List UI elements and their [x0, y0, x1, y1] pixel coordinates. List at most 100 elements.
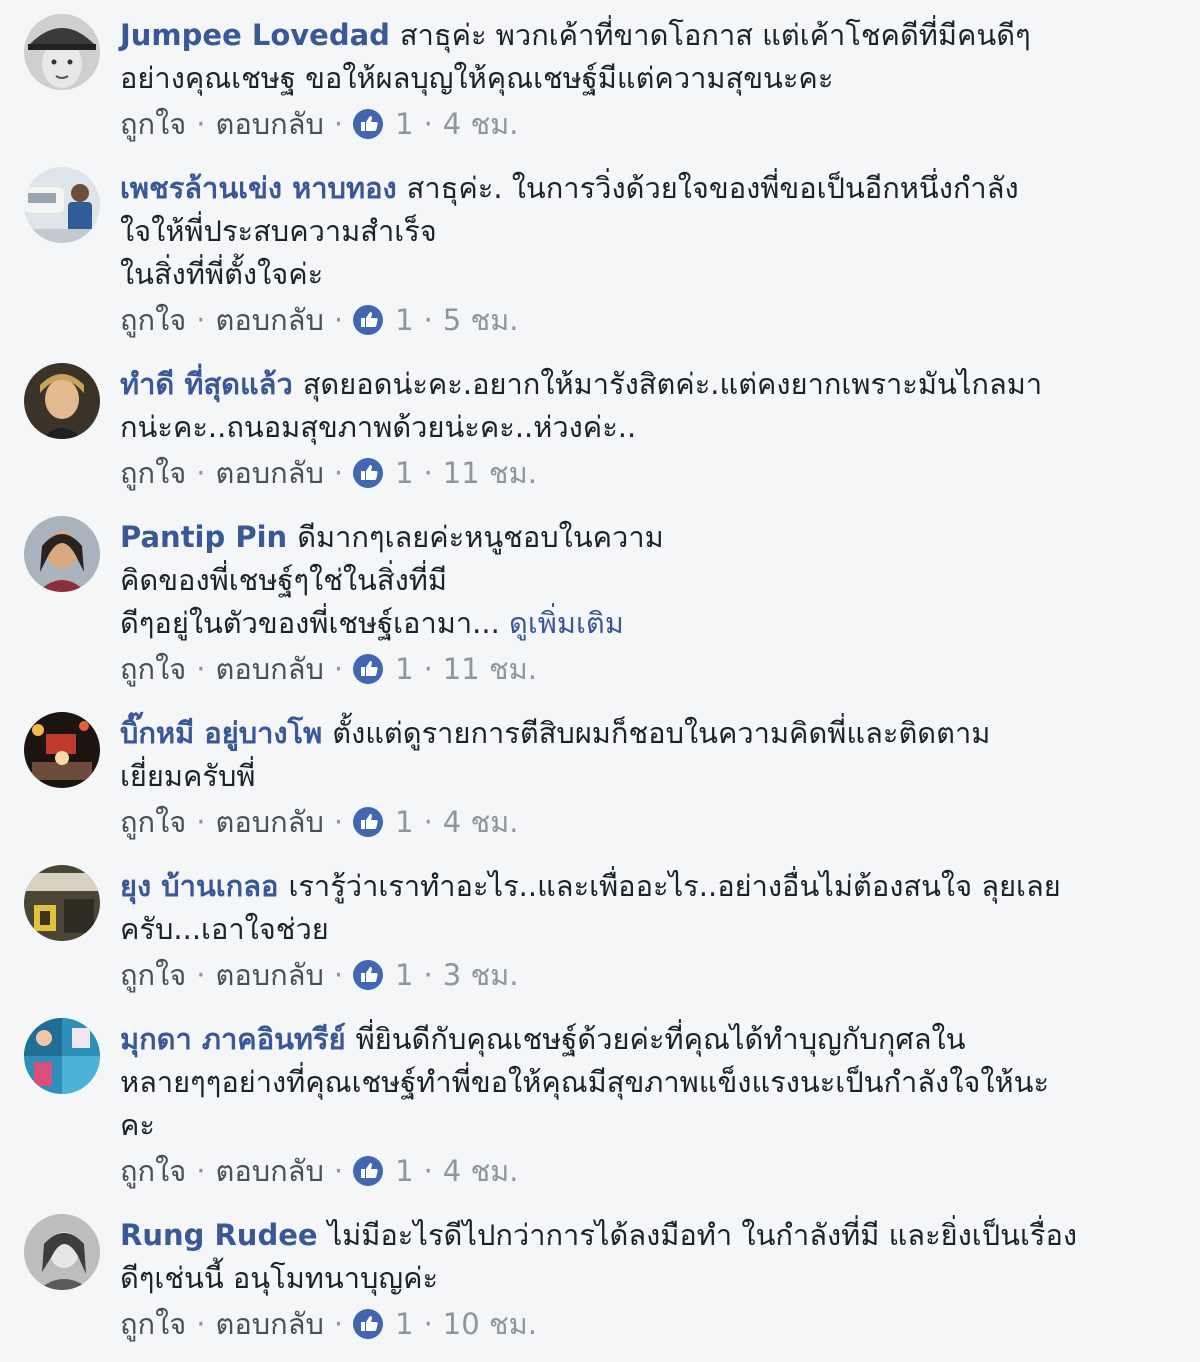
avatar[interactable]	[24, 1214, 100, 1290]
comment-text: เยี่ยมครับพี่	[120, 759, 256, 793]
like-button[interactable]: ถูกใจ	[120, 107, 186, 141]
like-reaction-icon[interactable]	[353, 960, 384, 990]
avatar[interactable]	[24, 516, 100, 592]
comment-text: สุดยอดน่ะคะ.อยากให้มารังสิตค่ะ.แต่คงยากเ…	[302, 367, 1043, 401]
comment-text: กน่ะคะ..ถนอมสุขภาพด้วยน่ะคะ..ห่วงค่ะ..	[120, 410, 637, 444]
like-count: 1	[395, 805, 414, 839]
comment-timestamp[interactable]: 5 ชม.	[443, 303, 519, 337]
separator: ·	[333, 456, 344, 490]
separator: ·	[423, 107, 433, 141]
separator: ·	[196, 958, 206, 992]
comment-author[interactable]: มุกดา ภาคอินทรีย์	[120, 1022, 346, 1056]
separator: ·	[333, 1307, 344, 1341]
avatar[interactable]	[24, 14, 100, 90]
reply-button[interactable]: ตอบกลับ	[216, 958, 324, 992]
avatar[interactable]	[24, 363, 100, 439]
like-reaction-icon[interactable]	[353, 807, 384, 837]
separator: ·	[333, 958, 344, 992]
comment-author[interactable]: บิ๊กหมี อยู่บางโพ	[120, 716, 322, 750]
avatar[interactable]	[24, 1018, 100, 1094]
comment-text: ดีมากๆเลยค่ะหนูชอบในความ	[297, 520, 664, 554]
separator: ·	[423, 805, 433, 839]
like-button[interactable]: ถูกใจ	[120, 456, 186, 490]
like-count: 1	[395, 456, 414, 490]
like-count: 1	[395, 958, 414, 992]
comment-text: ดีๆอยู่ในตัวของพี่เชษฐ์เอามา...	[120, 606, 500, 640]
avatar[interactable]	[24, 167, 100, 243]
separator: ·	[333, 303, 344, 337]
avatar[interactable]	[24, 865, 100, 941]
separator: ·	[196, 1307, 206, 1341]
comment-text: ตั้งแต่ดูรายการตีสิบผมก็ชอบในความคิดพี่แ…	[332, 716, 991, 750]
comment-text: ไม่มีอะไรดีไปกว่าการได้ลงมือทำ ในกำลังที…	[327, 1218, 1078, 1252]
comment-author[interactable]: ทำดี ที่สุดแล้ว	[120, 367, 293, 401]
comment-text: พี่ยินดีกับคุณเชษฐ์ด้วยค่ะที่คุณได้ทำบุญ…	[355, 1022, 966, 1056]
comment-text: ดีๆเช่นนี้ อนุโมทนาบุญค่ะ	[120, 1261, 439, 1295]
comment-timestamp[interactable]: 11 ชม.	[443, 456, 537, 490]
comment-timestamp[interactable]: 10 ชม.	[443, 1307, 537, 1341]
comment-author[interactable]: Jumpee Lovedad	[120, 18, 390, 52]
like-reaction-icon[interactable]	[353, 654, 384, 684]
comment-text: สาธุค่ะ พวกเค้าที่ขาดโอกาส แต่เค้าโชคดีท…	[399, 18, 1031, 52]
comment-timestamp[interactable]: 4 ชม.	[443, 107, 519, 141]
comment-text: ในสิ่งที่พี่ตั้งใจค่ะ	[120, 257, 324, 291]
reply-button[interactable]: ตอบกลับ	[216, 1307, 324, 1341]
comment-text: เรารู้ว่าเราทำอะไร..และเพื่ออะไร..อย่างอ…	[288, 869, 1061, 903]
separator: ·	[423, 1307, 433, 1341]
separator: ·	[196, 652, 206, 686]
separator: ·	[423, 303, 433, 337]
like-button[interactable]: ถูกใจ	[120, 1307, 186, 1341]
like-reaction-icon[interactable]	[353, 1156, 384, 1186]
separator: ·	[333, 652, 344, 686]
separator: ·	[196, 456, 206, 490]
avatar[interactable]	[24, 712, 100, 788]
comment-text: คิดของพี่เชษฐ์ๆใช่ในสิ่งที่มี	[120, 563, 447, 597]
reply-button[interactable]: ตอบกลับ	[216, 456, 324, 490]
comment-list: Jumpee Lovedad สาธุค่ะ พวกเค้าที่ขาดโอกาส…	[0, 0, 1200, 1362]
comment-author[interactable]: เพชรล้านเข่ง หาบทอง	[120, 171, 397, 205]
comment-text: อย่างคุณเชษฐ ขอให้ผลบุญให้คุณเชษฐ์มีแต่ค…	[120, 61, 834, 95]
comment-author[interactable]: Rung Rudee	[120, 1218, 318, 1252]
comment-timestamp[interactable]: 3 ชม.	[443, 958, 519, 992]
like-reaction-icon[interactable]	[353, 109, 384, 139]
separator: ·	[333, 805, 344, 839]
separator: ·	[196, 1154, 206, 1188]
separator: ·	[423, 652, 433, 686]
like-button[interactable]: ถูกใจ	[120, 303, 186, 337]
comment-timestamp[interactable]: 4 ชม.	[443, 805, 519, 839]
separator: ·	[196, 107, 206, 141]
separator: ·	[196, 303, 206, 337]
like-button[interactable]: ถูกใจ	[120, 652, 186, 686]
like-button[interactable]: ถูกใจ	[120, 805, 186, 839]
reply-button[interactable]: ตอบกลับ	[216, 1154, 324, 1188]
separator: ·	[196, 805, 206, 839]
reply-button[interactable]: ตอบกลับ	[216, 303, 324, 337]
like-count: 1	[395, 303, 414, 337]
like-count: 1	[395, 1307, 414, 1341]
comment-text: หลายๆๆอย่างที่คุณเชษฐ์ทำพี่ขอให้คุณมีสุข…	[120, 1065, 1050, 1099]
like-count: 1	[395, 652, 414, 686]
reply-button[interactable]: ตอบกลับ	[216, 107, 324, 141]
comment-text: สาธุค่ะ. ในการวิ่งด้วยใจของพี่ขอเป็นอีกห…	[406, 171, 1019, 205]
comment-timestamp[interactable]: 4 ชม.	[443, 1154, 519, 1188]
like-reaction-icon[interactable]	[353, 458, 384, 488]
like-button[interactable]: ถูกใจ	[120, 958, 186, 992]
comment-text: ใจให้พี่ประสบความสำเร็จ	[120, 214, 437, 248]
separator: ·	[333, 107, 344, 141]
like-count: 1	[395, 1154, 414, 1188]
comment-timestamp[interactable]: 11 ชม.	[443, 652, 537, 686]
reply-button[interactable]: ตอบกลับ	[216, 652, 324, 686]
comment-text: คะ	[120, 1108, 155, 1142]
separator: ·	[423, 1154, 433, 1188]
reply-button[interactable]: ตอบกลับ	[216, 805, 324, 839]
separator: ·	[333, 1154, 344, 1188]
like-count: 1	[395, 107, 414, 141]
see-more-link[interactable]: ดูเพิ่มเติม	[509, 606, 624, 640]
comment-text: ครับ...เอาใจช่วย	[120, 912, 329, 946]
like-reaction-icon[interactable]	[353, 305, 384, 335]
comment-author[interactable]: ยุง บ้านเกลอ	[120, 869, 278, 903]
like-button[interactable]: ถูกใจ	[120, 1154, 186, 1188]
comment-author[interactable]: Pantip Pin	[120, 520, 287, 554]
like-reaction-icon[interactable]	[353, 1309, 384, 1339]
separator: ·	[423, 958, 433, 992]
